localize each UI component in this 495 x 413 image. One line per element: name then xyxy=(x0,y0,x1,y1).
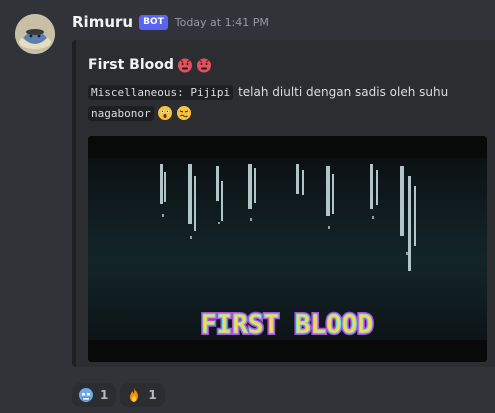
timestamp[interactable]: Today at 1:41 PM xyxy=(175,16,269,29)
svg-text:FIRST BLOOD: FIRST BLOOD xyxy=(201,310,373,340)
message-header: Rimuru BOT Today at 1:41 PM xyxy=(72,12,269,32)
first-blood-graphic: FIRST BLOOD FIRST BLOOD xyxy=(88,136,487,362)
first-blood-title: FIRST BLOOD FIRST BLOOD xyxy=(199,308,375,342)
victim-code: Miscellaneous: Pijipi xyxy=(88,84,234,100)
avatar-image xyxy=(15,14,55,54)
bot-badge: BOT xyxy=(139,14,168,30)
reaction-count: 1 xyxy=(148,388,157,402)
embed-title-text: First Blood xyxy=(88,57,174,73)
killer-code: nagabonor xyxy=(88,105,154,121)
reaction-count: 1 xyxy=(100,388,109,402)
description-text: telah diulti dengan sadis oleh suhu xyxy=(238,85,449,99)
rage-emoji-icon xyxy=(177,57,193,73)
first-blood-image[interactable]: FIRST BLOOD FIRST BLOOD xyxy=(88,136,487,362)
reaction-fire[interactable]: 1 xyxy=(120,383,165,407)
woozy-emoji-icon xyxy=(176,105,192,121)
astonished-emoji-icon xyxy=(157,105,173,121)
embed-description-line-2: nagabonor xyxy=(88,104,192,122)
avatar[interactable] xyxy=(15,14,55,54)
chat-message: Rimuru BOT Today at 1:41 PM First Blood xyxy=(0,0,495,413)
embed-description-line-1: Miscellaneous: Pijipi telah diulti denga… xyxy=(88,83,448,101)
ice-cold-face-icon xyxy=(78,387,94,403)
reaction-ice-cold[interactable]: 1 xyxy=(72,383,117,407)
rage-emoji-icon xyxy=(196,57,212,73)
username[interactable]: Rimuru xyxy=(72,13,133,31)
fire-icon xyxy=(126,387,142,403)
embed-title: First Blood xyxy=(88,55,212,75)
embed: First Blood Miscellaneous: Pijipi telah … xyxy=(72,40,495,367)
reactions-bar: 1 1 xyxy=(72,383,165,407)
